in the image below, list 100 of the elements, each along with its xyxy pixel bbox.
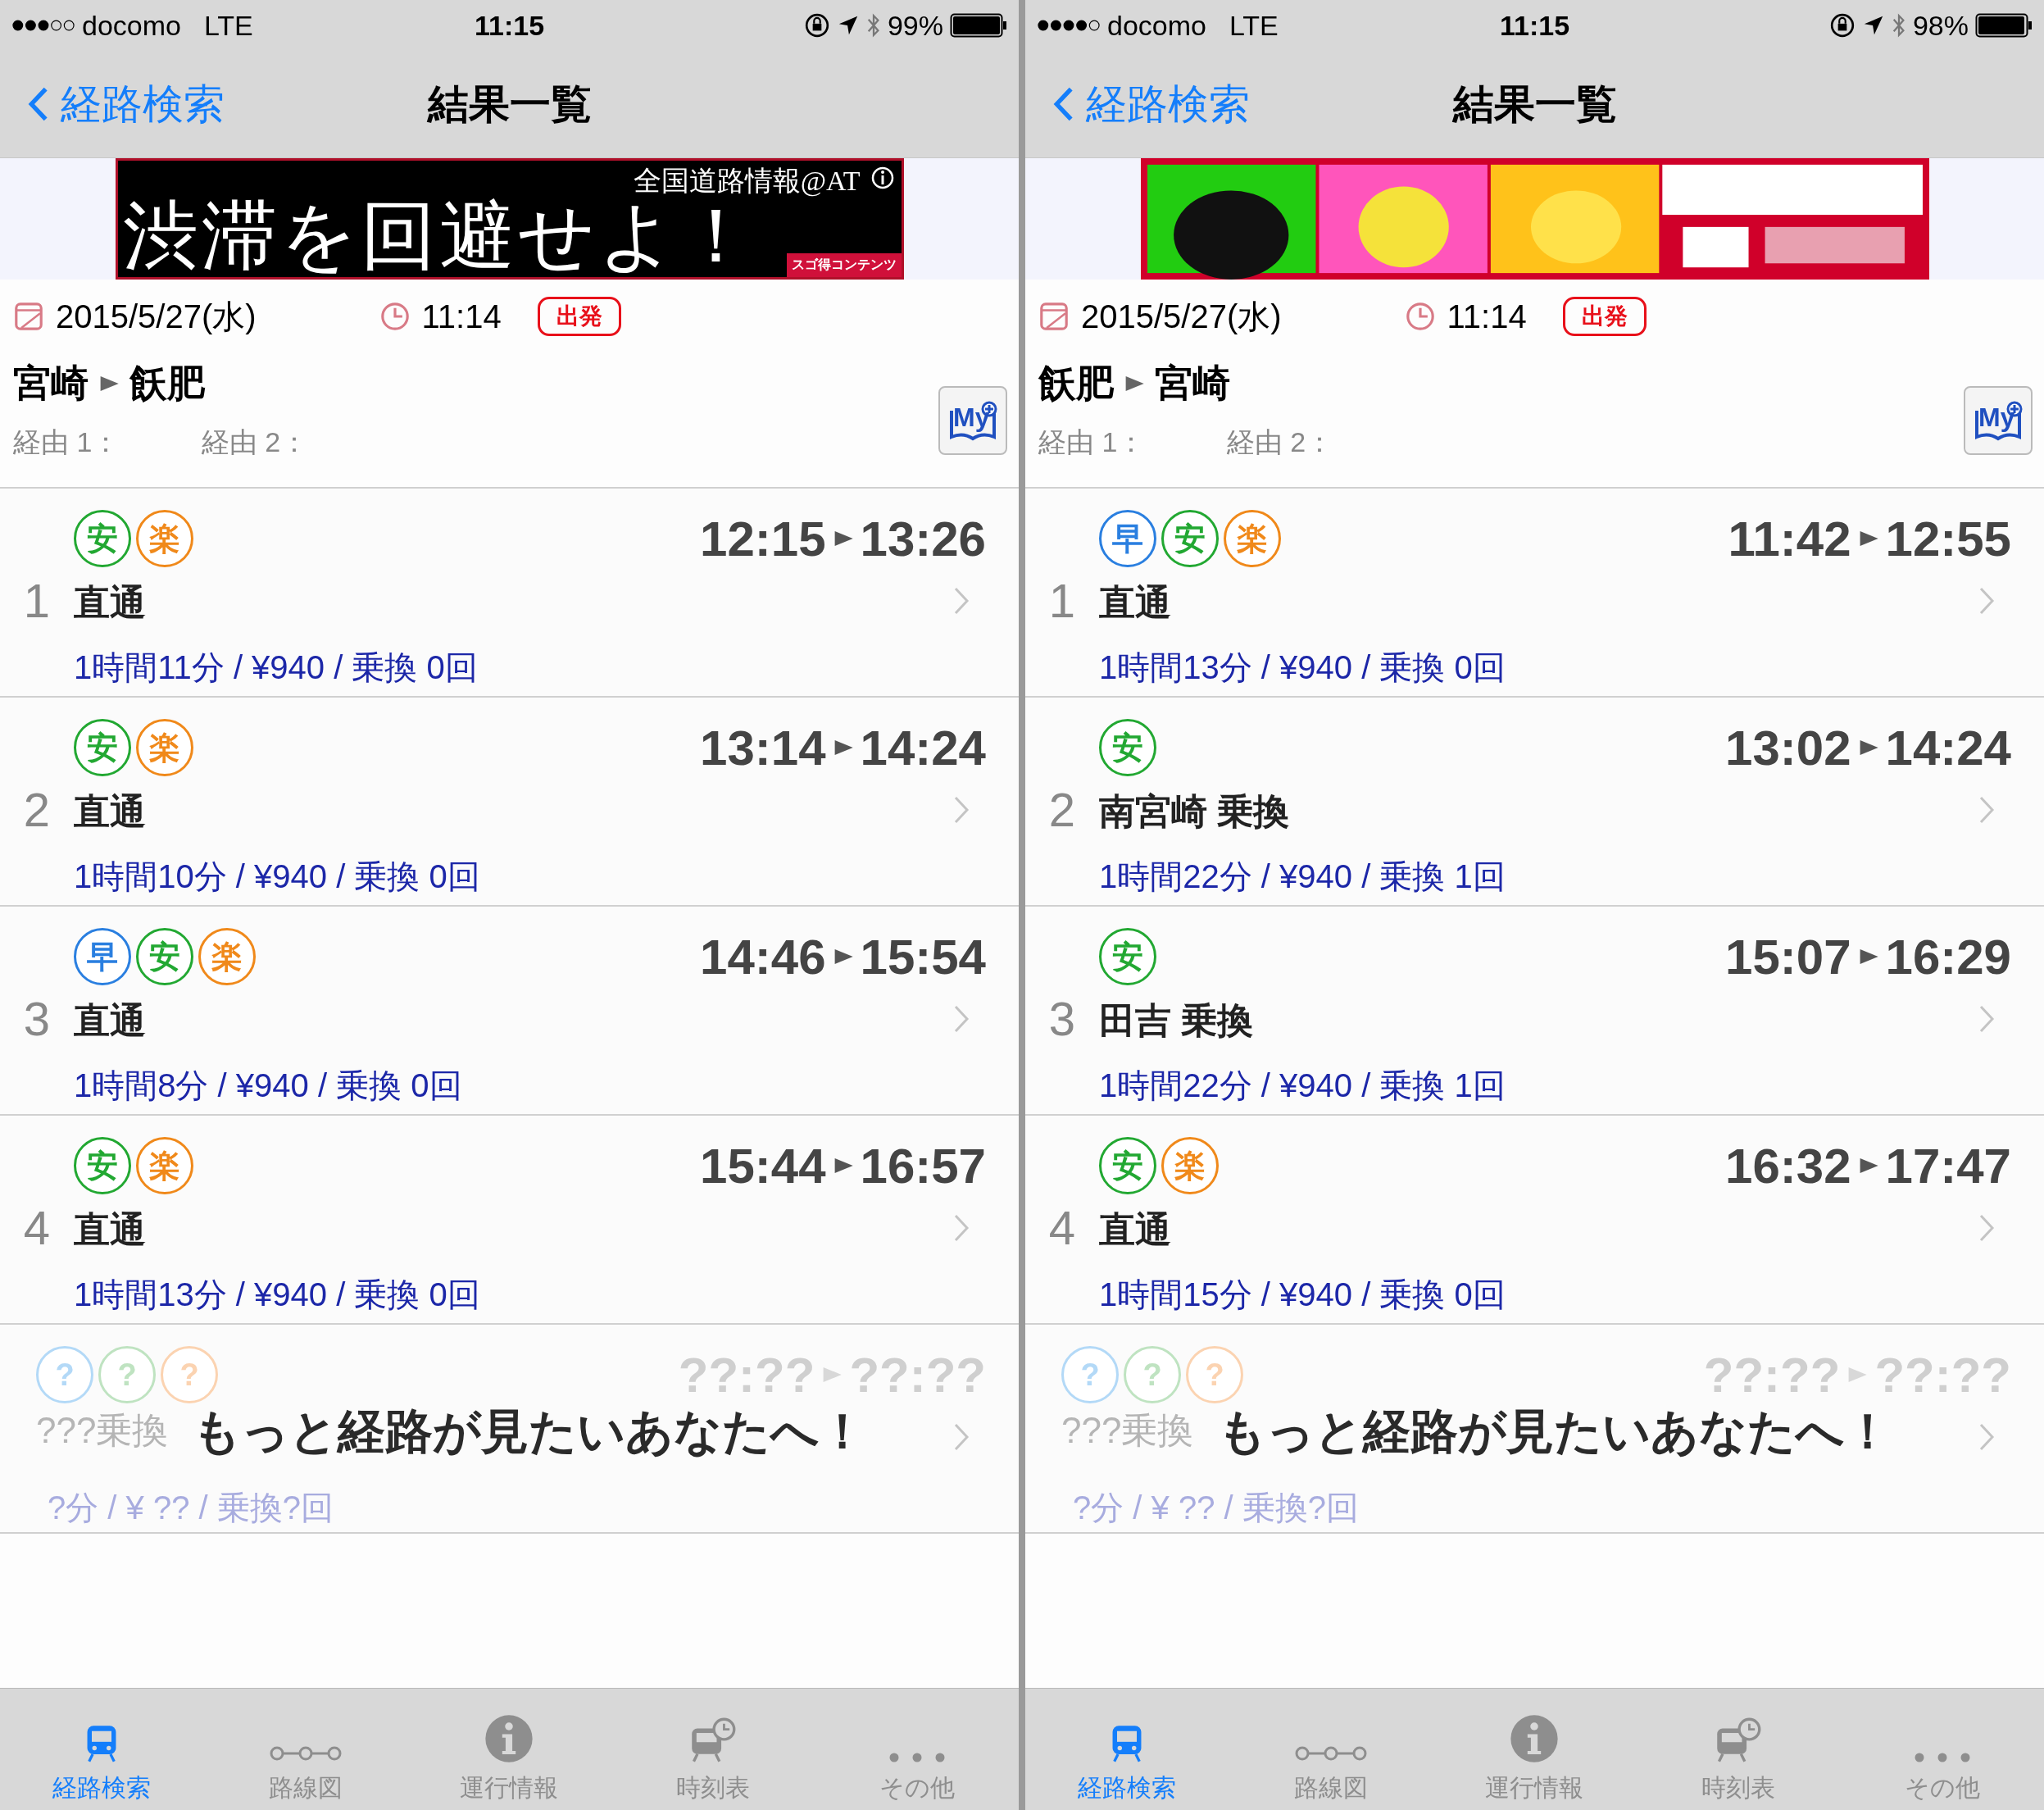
battery-percent: 98%: [1912, 9, 1969, 42]
book-icon: [948, 401, 997, 442]
chevron-icon: [1978, 585, 1995, 616]
signal-icon: [11, 19, 75, 32]
route-feature-badge: 早: [74, 928, 131, 985]
book-icon: [1974, 401, 2023, 442]
route-summary: 1時間10分 / ¥940 / 乗換 0回: [74, 857, 480, 896]
route-feature-badge: 楽: [1224, 510, 1281, 567]
status-time: 11:15: [1499, 9, 1570, 42]
my-list-button[interactable]: My: [938, 386, 1007, 455]
route-feature-badge: 楽: [136, 1137, 193, 1194]
search-date: 2015/5/27(水): [56, 297, 257, 336]
route-number: 3: [22, 991, 52, 1047]
arrival-time: ??:??: [849, 1346, 986, 1403]
arrival-time: 14:24: [1885, 719, 2011, 776]
departure-time: 11:42: [1728, 510, 1851, 567]
via-label: 経由 1：: [1038, 426, 1146, 457]
route-feature-badge: 楽: [198, 928, 256, 985]
departure-time: 15:07: [1725, 928, 1851, 985]
calendar-icon: [13, 301, 44, 332]
via-label: 経由 2：: [1226, 426, 1334, 457]
route-feature-badge: 安: [1099, 719, 1156, 776]
departure-time: 13:02: [1725, 719, 1851, 776]
departure-tag: 出発: [537, 297, 621, 336]
rotation-lock-icon: [803, 12, 830, 39]
battery-icon: [950, 13, 1007, 38]
transfer-info: 直通: [74, 581, 146, 624]
departure-time: 13:14: [700, 719, 826, 776]
more-routes-message: もっと経路が見たいあなたへ！: [193, 1403, 867, 1459]
destination-station: 宮崎: [1155, 361, 1230, 406]
destination-station: 飫肥: [129, 361, 205, 406]
transfer-info: 直通: [74, 1208, 146, 1251]
route-summary: 1時間15分 / ¥940 / 乗換 0回: [1099, 1276, 1506, 1314]
bluetooth-icon: [1891, 11, 1906, 39]
route-feature-badge: 安: [136, 928, 193, 985]
screen-title: 結果一覧: [1452, 80, 1617, 129]
chevron-icon: [1978, 1421, 1995, 1452]
via-label: 経由 1：: [13, 426, 120, 457]
ad-banner[interactable]: 全国道路情報@AT 渋滞を回避せよ！ スゴ得コンテンツ: [115, 158, 904, 280]
chevron-icon: [953, 1212, 970, 1243]
route-summary: 1時間13分 / ¥940 / 乗換 0回: [74, 1276, 480, 1314]
my-list-button[interactable]: My: [1964, 386, 2033, 455]
route-number: 2: [22, 782, 52, 838]
route-feature-badge: 安: [1099, 928, 1156, 985]
carrier-name: docomo: [1107, 9, 1206, 42]
ad-source: 全国道路情報@AT: [633, 165, 861, 198]
route-feature-badge: 安: [1161, 510, 1219, 567]
departure-time: ??:??: [678, 1346, 815, 1403]
departure-time: 16:32: [1725, 1137, 1851, 1194]
placeholder-badge: ?: [1061, 1346, 1119, 1403]
route-feature-badge: 安: [74, 1137, 131, 1194]
info-icon: [484, 1714, 534, 1763]
transfer-info: ???乗換: [36, 1409, 169, 1452]
transfer-info: 直通: [1099, 581, 1171, 624]
search-date: 2015/5/27(水): [1081, 297, 1282, 336]
transfer-info: 直通: [74, 999, 146, 1042]
network-type: LTE: [203, 9, 253, 42]
network-type: LTE: [1229, 9, 1279, 42]
info-icon: [870, 166, 895, 190]
route-feature-badge: 楽: [136, 719, 193, 776]
route-number: 4: [1047, 1200, 1077, 1256]
arrival-time: 16:29: [1885, 928, 2011, 985]
route-number: 4: [22, 1200, 52, 1256]
route-summary: 1時間22分 / ¥940 / 乗換 1回: [1099, 857, 1506, 896]
route-number: 1: [1047, 573, 1077, 629]
arrival-time: 17:47: [1885, 1137, 2011, 1194]
clock-icon: [379, 301, 411, 332]
route-feature-badge: 安: [1099, 1137, 1156, 1194]
back-chevron-icon: [28, 86, 49, 122]
route-number: 2: [1047, 782, 1077, 838]
arrival-time: 12:55: [1885, 510, 2011, 567]
chevron-icon: [1978, 1212, 1995, 1243]
route-summary: 1時間11分 / ¥940 / 乗換 0回: [74, 648, 478, 687]
route-number: 1: [22, 573, 52, 629]
route-feature-badge: 楽: [136, 510, 193, 567]
chevron-icon: [953, 1003, 970, 1034]
route-summary: 1時間8分 / ¥940 / 乗換 0回: [74, 1066, 462, 1105]
screen-title: 結果一覧: [427, 80, 592, 129]
clock-icon: [1404, 301, 1436, 332]
route-summary: ?分 / ¥ ?? / 乗換?回: [1073, 1489, 1360, 1527]
transfer-info: 南宮崎 乗換: [1099, 790, 1290, 833]
arrival-time: 14:24: [860, 719, 986, 776]
placeholder-badge: ?: [1186, 1346, 1243, 1403]
route-number: 3: [1047, 991, 1077, 1047]
chevron-icon: [1978, 794, 1995, 825]
back-chevron-icon: [1053, 86, 1074, 122]
departure-time: 12:15: [700, 510, 826, 567]
transfer-info: ???乗換: [1061, 1409, 1194, 1452]
train-clock-icon: [1715, 1717, 1762, 1763]
arrival-time: ??:??: [1874, 1346, 2011, 1403]
placeholder-badge: ?: [36, 1346, 93, 1403]
chevron-icon: [953, 1421, 970, 1452]
route-feature-badge: 安: [74, 510, 131, 567]
placeholder-badge: ?: [98, 1346, 156, 1403]
placeholder-badge: ?: [1124, 1346, 1181, 1403]
arrival-time: 15:54: [860, 928, 986, 985]
departure-time: 15:44: [700, 1137, 826, 1194]
placeholder-badge: ?: [161, 1346, 218, 1403]
ad-headline: 渋滞を回避せよ！: [122, 198, 757, 274]
departure-time: 14:46: [700, 928, 826, 985]
